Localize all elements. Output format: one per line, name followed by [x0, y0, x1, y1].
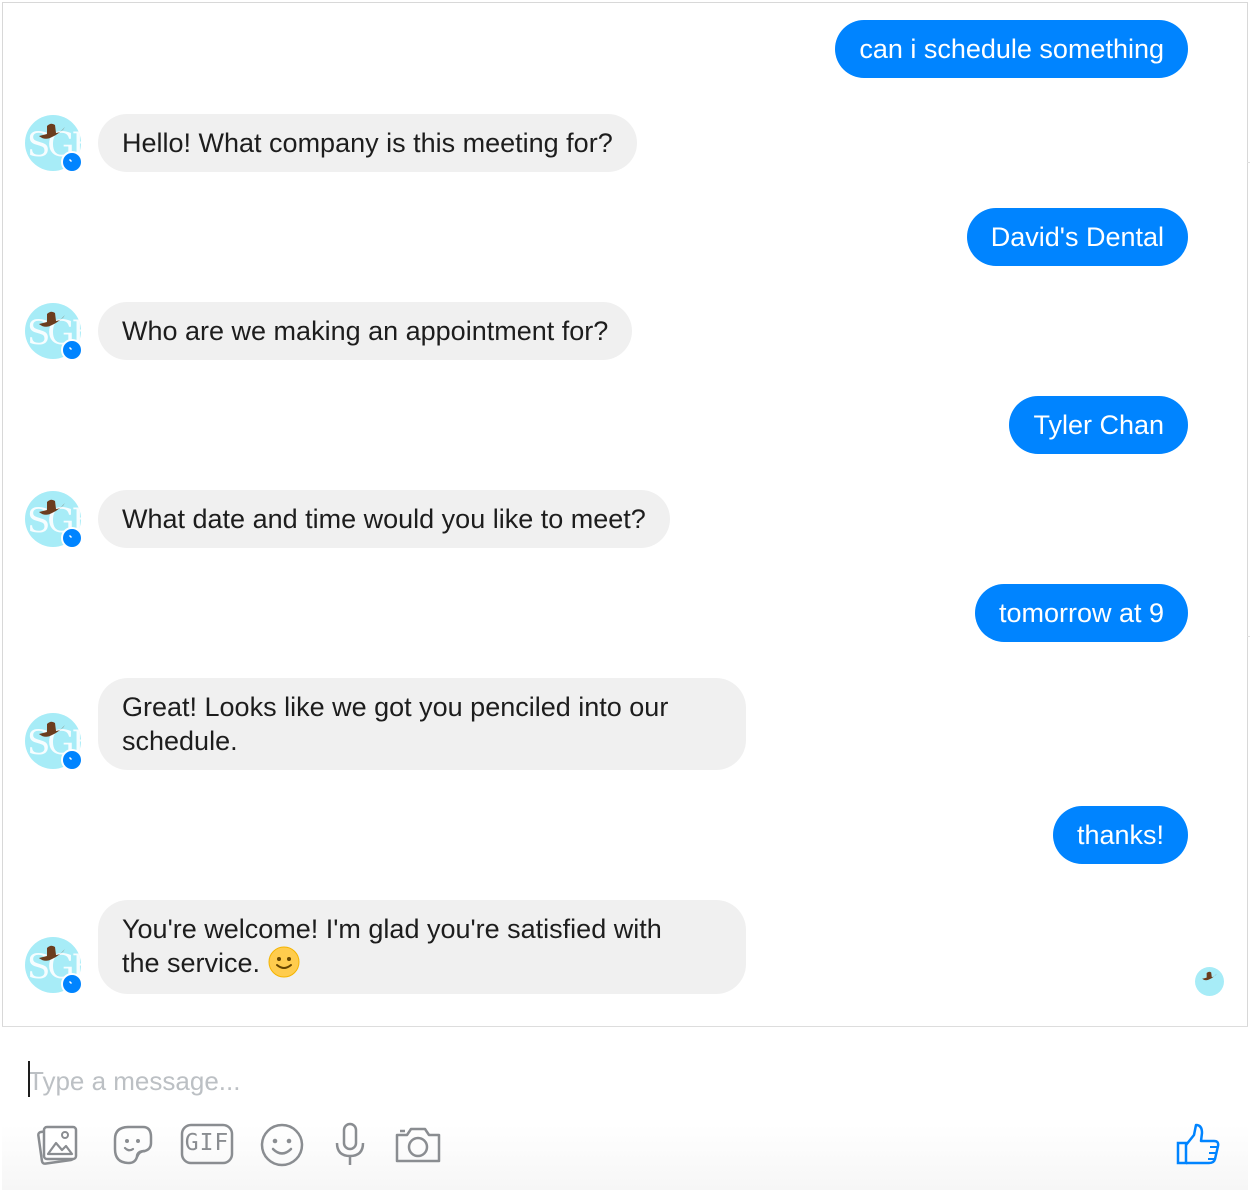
outgoing-message[interactable]: can i schedule something	[835, 20, 1188, 78]
cowboy-hat-icon	[39, 123, 65, 139]
bot-avatar[interactable]: SGH	[25, 713, 83, 771]
cowboy-hat-icon	[1202, 971, 1217, 981]
message-input[interactable]	[28, 1063, 1128, 1099]
incoming-message[interactable]: Who are we making an appointment for?	[98, 302, 633, 360]
outgoing-message[interactable]: David's Dental	[966, 208, 1188, 266]
message-text: tomorrow at 9	[998, 598, 1164, 628]
bot-avatar[interactable]: SGH	[25, 115, 83, 173]
bot-avatar[interactable]: SGH	[25, 491, 83, 549]
message-text: thanks!	[1076, 820, 1164, 850]
incoming-message[interactable]: What date and time would you like to mee…	[98, 490, 670, 548]
messenger-badge-icon	[61, 151, 83, 173]
message-text-line: You're welcome! I'm glad you're satisfie…	[122, 914, 662, 944]
message-text: the service.	[122, 948, 261, 978]
cowboy-hat-icon	[39, 945, 65, 961]
sticker-icon[interactable]	[107, 1121, 155, 1169]
message-text: Tyler Chan	[1033, 410, 1164, 440]
microphone-icon[interactable]	[327, 1121, 375, 1169]
message-thread: can i schedule something SGH Hello! What…	[0, 0, 1252, 1026]
slightly-smiling-face-icon	[268, 946, 300, 978]
message-text: Hello! What company is this meeting for?	[122, 128, 613, 158]
cowboy-hat-icon	[39, 721, 65, 737]
cowboy-hat-icon	[39, 311, 65, 327]
message-text-line: schedule.	[122, 726, 238, 756]
message-text: Who are we making an appointment for?	[122, 316, 609, 346]
message-text: David's Dental	[990, 222, 1164, 252]
messenger-badge-icon	[61, 339, 83, 361]
outgoing-message[interactable]: tomorrow at 9	[974, 584, 1188, 642]
incoming-message[interactable]: Hello! What company is this meeting for?	[98, 114, 637, 172]
message-text-line-with-emoji: the service.	[122, 946, 722, 980]
incoming-message[interactable]: Great! Looks like we got you penciled in…	[98, 678, 746, 770]
photo-icon[interactable]	[34, 1121, 82, 1169]
thumbs-up-icon[interactable]	[1174, 1121, 1222, 1169]
cowboy-hat-icon	[39, 499, 65, 515]
emoji-icon[interactable]	[258, 1121, 306, 1169]
message-composer: GIF	[2, 1027, 1248, 1190]
messenger-badge-icon	[61, 527, 83, 549]
bot-avatar[interactable]: SGH	[25, 303, 83, 361]
messenger-badge-icon	[61, 749, 83, 771]
camera-icon[interactable]	[394, 1121, 442, 1169]
read-receipt-avatar	[1195, 967, 1224, 996]
bot-avatar[interactable]: SGH	[25, 937, 83, 995]
text-caret	[28, 1061, 30, 1097]
outgoing-message[interactable]: Tyler Chan	[1009, 396, 1188, 454]
message-text: What date and time would you like to mee…	[122, 504, 646, 534]
gif-label: GIF	[184, 1130, 230, 1156]
gif-button[interactable]: GIF	[180, 1121, 234, 1169]
message-text-line: Great! Looks like we got you penciled in…	[122, 692, 669, 722]
incoming-message[interactable]: You're welcome! I'm glad you're satisfie…	[98, 900, 746, 994]
messenger-badge-icon	[61, 973, 83, 995]
outgoing-message[interactable]: thanks!	[1052, 806, 1188, 864]
message-text: can i schedule something	[859, 34, 1164, 64]
